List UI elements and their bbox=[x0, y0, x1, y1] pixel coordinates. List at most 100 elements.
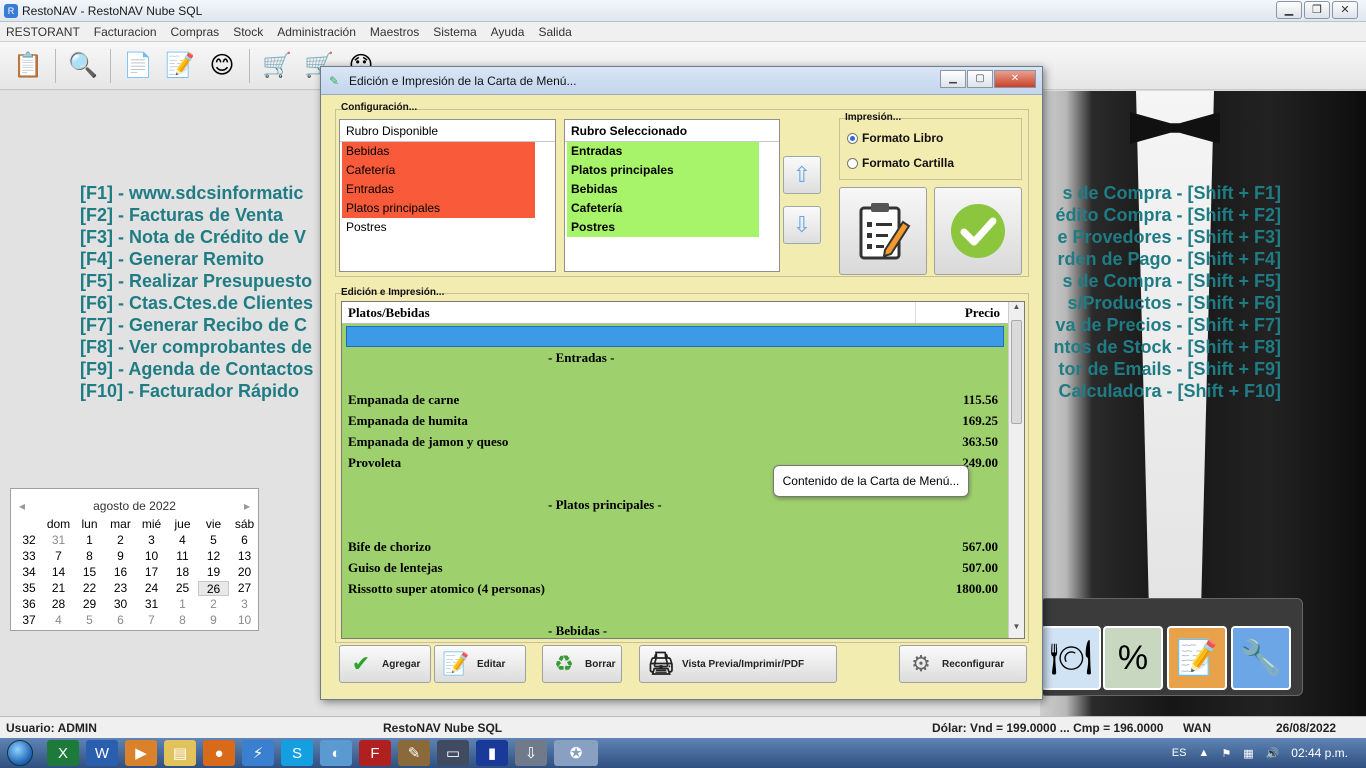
shortcut-shift-f8[interactable]: ntos de Stock - [Shift + F8] bbox=[1053, 337, 1281, 358]
calendar-day[interactable]: 23 bbox=[105, 581, 136, 596]
list-item[interactable]: Bebidas bbox=[342, 142, 535, 161]
word-icon[interactable]: W bbox=[86, 740, 118, 766]
list-item[interactable]: Postres bbox=[567, 218, 759, 237]
calendar-day[interactable]: 2 bbox=[198, 597, 229, 612]
list-item[interactable]: Bebidas bbox=[567, 180, 759, 199]
calendar-day[interactable]: 9 bbox=[105, 549, 136, 564]
window-app-icon[interactable]: ▭ bbox=[437, 740, 469, 766]
clipboard-icon[interactable]: 📋 bbox=[10, 48, 46, 84]
discount-icon[interactable]: % bbox=[1103, 626, 1163, 690]
calendar-day[interactable]: 1 bbox=[167, 597, 198, 612]
calendar-day[interactable]: 21 bbox=[43, 581, 74, 596]
minimize-button[interactable]: ▁ bbox=[1276, 1, 1302, 19]
search-icon[interactable]: 🔍 bbox=[65, 48, 101, 84]
menu-facturacion[interactable]: Facturacion bbox=[94, 25, 157, 39]
list-item[interactable]: Platos principales bbox=[342, 199, 535, 218]
calendar-day[interactable]: 7 bbox=[136, 613, 167, 628]
menu-sistema[interactable]: Sistema bbox=[433, 25, 476, 39]
shortcut-f5[interactable]: [F5] - Realizar Presupuesto bbox=[80, 271, 312, 292]
shortcut-f3[interactable]: [F3] - Nota de Crédito de V bbox=[80, 227, 306, 248]
smiley-icon[interactable]: 😊 bbox=[204, 48, 240, 84]
excel-icon[interactable]: X bbox=[47, 740, 79, 766]
calendar-day[interactable]: 8 bbox=[167, 613, 198, 628]
calendar-day[interactable]: 31 bbox=[43, 533, 74, 548]
calendar-day[interactable]: 1 bbox=[74, 533, 105, 548]
calendar-day[interactable]: 4 bbox=[167, 533, 198, 548]
menu-administracion[interactable]: Administración bbox=[277, 25, 356, 39]
list-item[interactable]: Entradas bbox=[342, 180, 535, 199]
format-book-option[interactable]: Formato Libro bbox=[847, 131, 943, 145]
calendar-day[interactable]: 8 bbox=[74, 549, 105, 564]
move-up-button[interactable]: ⇧ bbox=[783, 156, 821, 194]
add-button[interactable]: ✔ Agregar bbox=[339, 645, 431, 683]
notes-edit-icon[interactable]: 📝 bbox=[1167, 626, 1227, 690]
app-blue-icon[interactable]: ▮ bbox=[476, 740, 508, 766]
format-book-radio[interactable] bbox=[847, 132, 858, 144]
shortcut-shift-f9[interactable]: tor de Emails - [Shift + F9] bbox=[1058, 359, 1281, 380]
calendar-day[interactable]: 3 bbox=[229, 597, 260, 612]
format-card-option[interactable]: Formato Cartilla bbox=[847, 156, 954, 170]
browser-icon[interactable]: ◐ bbox=[320, 740, 352, 766]
calendar-day[interactable]: 31 bbox=[136, 597, 167, 612]
shortcut-shift-f7[interactable]: va de Precios - [Shift + F7] bbox=[1055, 315, 1281, 336]
calendar-day[interactable]: 2 bbox=[105, 533, 136, 548]
table-row[interactable]: Rissotto super atomico (4 personas) 1800.… bbox=[342, 578, 1024, 599]
close-button[interactable]: ✕ bbox=[1332, 1, 1358, 19]
calendar-day[interactable]: 6 bbox=[229, 533, 260, 548]
table-row[interactable]: Empanada de carne 115.56 bbox=[342, 389, 1024, 410]
calendar-day[interactable]: 10 bbox=[229, 613, 260, 628]
shortcut-shift-f1[interactable]: s de Compra - [Shift + F1] bbox=[1062, 183, 1281, 204]
restonav-task-icon[interactable]: ✪ bbox=[554, 740, 598, 766]
calendar-day[interactable]: 3 bbox=[136, 533, 167, 548]
section-title[interactable]: - Platos principales - bbox=[342, 494, 1024, 515]
tray-expand-icon[interactable]: ▲ bbox=[1198, 747, 1209, 759]
shortcut-shift-f4[interactable]: rden de Pago - [Shift + F4] bbox=[1057, 249, 1281, 270]
shortcut-f8[interactable]: [F8] - Ver comprobantes de bbox=[80, 337, 312, 358]
scroll-up-icon[interactable]: ▲ bbox=[1009, 302, 1024, 318]
list-item[interactable]: Platos principales bbox=[567, 161, 759, 180]
calendar-day[interactable]: 29 bbox=[74, 597, 105, 612]
section-title[interactable]: - Entradas - bbox=[342, 347, 1024, 368]
shortcut-shift-f10[interactable]: Calculadora - [Shift + F10] bbox=[1058, 381, 1281, 402]
calendar-day[interactable]: 14 bbox=[43, 565, 74, 580]
dialog-maximize-button[interactable]: ▢ bbox=[967, 70, 993, 88]
shortcut-shift-f6[interactable]: s/Productos - [Shift + F6] bbox=[1067, 293, 1281, 314]
move-down-button[interactable]: ⇩ bbox=[783, 206, 821, 244]
calendar-day[interactable]: 20 bbox=[229, 565, 260, 580]
scroll-thumb[interactable] bbox=[1011, 320, 1022, 424]
calendar-day[interactable]: 19 bbox=[198, 565, 229, 580]
shortcut-f9[interactable]: [F9] - Agenda de Contactos bbox=[80, 359, 313, 380]
calendar-day[interactable]: 7 bbox=[43, 549, 74, 564]
calendar-day[interactable]: 10 bbox=[136, 549, 167, 564]
list-item[interactable]: Entradas bbox=[567, 142, 759, 161]
calendar-day[interactable]: 22 bbox=[74, 581, 105, 596]
shortcut-f10[interactable]: [F10] - Facturador Rápido bbox=[80, 381, 299, 402]
shortcut-shift-f3[interactable]: e Provedores - [Shift + F3] bbox=[1057, 227, 1281, 248]
menu-ayuda[interactable]: Ayuda bbox=[491, 25, 525, 39]
calendar-day-today[interactable]: 26 bbox=[198, 581, 229, 596]
menu-salida[interactable]: Salida bbox=[538, 25, 571, 39]
language-indicator[interactable]: ES bbox=[1172, 747, 1187, 759]
document-icon[interactable]: 📄 bbox=[120, 48, 156, 84]
calendar-day[interactable]: 27 bbox=[229, 581, 260, 596]
maximize-button[interactable]: ❐ bbox=[1304, 1, 1330, 19]
firefox-icon[interactable]: ● bbox=[203, 740, 235, 766]
table-row[interactable]: Guiso de lentejas 507.00 bbox=[342, 557, 1024, 578]
folder-icon[interactable]: ▤ bbox=[164, 740, 196, 766]
shortcut-shift-f2[interactable]: édito Compra - [Shift + F2] bbox=[1055, 205, 1281, 226]
calendar-day[interactable]: 16 bbox=[105, 565, 136, 580]
grid-scrollbar[interactable]: ▲ ▼ bbox=[1008, 302, 1024, 638]
preview-print-button[interactable]: 🖨 Vista Previa/Imprimir/PDF bbox=[639, 645, 837, 683]
shortcut-f7[interactable]: [F7] - Generar Recibo de C bbox=[80, 315, 307, 336]
table-row[interactable]: Empanada de humita 169.25 bbox=[342, 410, 1024, 431]
filezilla-icon[interactable]: F bbox=[359, 740, 391, 766]
cart-add-icon[interactable]: 🛒 bbox=[259, 48, 295, 84]
network-icon[interactable]: ▦ bbox=[1243, 747, 1253, 760]
calendar-day[interactable]: 24 bbox=[136, 581, 167, 596]
table-row[interactable]: Bife de chorizo 567.00 bbox=[342, 536, 1024, 557]
shortcut-f4[interactable]: [F4] - Generar Remito bbox=[80, 249, 264, 270]
available-rubros-list[interactable]: Rubro Disponible Bebidas Cafetería Entra… bbox=[339, 119, 556, 272]
download-icon[interactable]: ⇩ bbox=[515, 740, 547, 766]
calendar-day[interactable]: 11 bbox=[167, 549, 198, 564]
calendar-day[interactable]: 28 bbox=[43, 597, 74, 612]
